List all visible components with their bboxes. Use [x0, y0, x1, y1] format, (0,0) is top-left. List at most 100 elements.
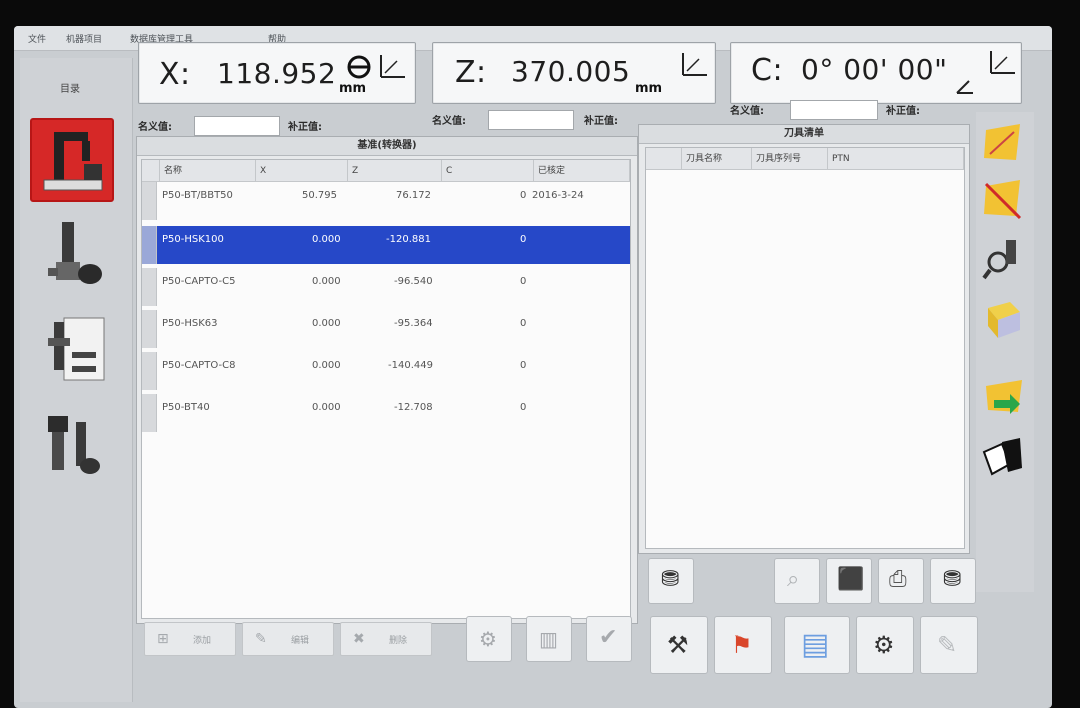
cube-view-icon: [988, 302, 1020, 338]
clear-zero-button[interactable]: [980, 176, 1028, 224]
c-nominal-label: 名义值:: [730, 106, 764, 117]
column-header-verified[interactable]: 已核定: [534, 160, 630, 182]
delete-icon: ✖: [353, 631, 365, 647]
cell-name: P50-BT40: [162, 402, 210, 413]
cell-name: P50-HSK100: [162, 234, 224, 245]
tool-document-button[interactable]: [34, 312, 114, 392]
zero-icon[interactable]: [345, 53, 377, 85]
spindle-tools-icon: [48, 416, 100, 474]
x-nominal-field[interactable]: [194, 116, 280, 136]
cell-z: -96.540: [394, 276, 433, 287]
column-header-name[interactable]: 名称: [160, 160, 256, 182]
datum-table: 名称 X Z C 已核定 P50-BT/BBT50 50.795 76.172 …: [141, 159, 631, 619]
table-row[interactable]: P50-BT/BBT50 50.795 76.172 0 2016-3-24: [142, 182, 630, 220]
print-button[interactable]: ⎙: [878, 558, 924, 604]
transfer-button[interactable]: [980, 374, 1028, 422]
cell-x: 50.795: [302, 190, 337, 201]
tool-holder-button[interactable]: [34, 216, 114, 296]
cell-c: 0: [520, 234, 527, 245]
app-window: 文件 机器项目 数据库管理工具 帮助 目录 X: 118.952 mm Z: 3…: [14, 26, 1052, 708]
measure-tool-icon: ⛃: [943, 567, 962, 592]
cell-z: -12.708: [394, 402, 433, 413]
row-selector[interactable]: [142, 310, 157, 348]
z-axis-unit: mm: [635, 81, 663, 96]
menu-file[interactable]: 文件: [28, 32, 46, 45]
search-tool-button[interactable]: ⌕: [774, 558, 820, 604]
holder-button[interactable]: ▥: [526, 616, 572, 662]
edit-icon: ✎: [255, 631, 267, 647]
window-switch-icon: [982, 438, 1022, 476]
column-header-serial[interactable]: 刀具序列号: [752, 148, 828, 170]
z-nominal-field[interactable]: [488, 110, 574, 130]
spindle-tools-button[interactable]: [34, 408, 114, 488]
machine-view-button[interactable]: [30, 118, 114, 202]
confirm-button[interactable]: ✔: [586, 616, 632, 662]
delete-label: 删除: [389, 636, 408, 646]
tool-holder-icon: [48, 222, 102, 284]
row-selector[interactable]: [142, 226, 157, 264]
tab-machine[interactable]: ⚒: [650, 616, 708, 674]
z-coordinate-display: Z: 370.005 mm: [432, 42, 716, 104]
table-row-selected[interactable]: P50-HSK100 0.000 -120.881 0: [142, 226, 630, 264]
cell-name: P50-CAPTO-C5: [162, 276, 236, 287]
row-header-corner: [142, 160, 160, 182]
table-row[interactable]: P50-HSK63 0.000 -95.364 0: [142, 310, 630, 348]
column-header-c[interactable]: C: [442, 160, 534, 182]
camera-tool-icon: ⛃: [661, 567, 680, 592]
add-label: 添加: [193, 636, 212, 646]
axis-icon[interactable]: [375, 51, 407, 83]
axis-icon[interactable]: [677, 49, 709, 81]
cell-z: -95.364: [394, 318, 433, 329]
cell-name: P50-HSK63: [162, 318, 218, 329]
menu-machine-project[interactable]: 机器项目: [66, 32, 102, 45]
left-sidebar: 目录: [20, 58, 133, 702]
tool-list-title: 刀具清单: [639, 125, 969, 144]
edit-button[interactable]: ✎ 编辑: [242, 622, 334, 656]
table-row[interactable]: P50-CAPTO-C8 0.000 -140.449 0: [142, 352, 630, 390]
3d-view-button[interactable]: [980, 294, 1028, 342]
tab-tools[interactable]: ⚙: [856, 616, 914, 674]
row-selector[interactable]: [142, 182, 157, 220]
row-header-corner: [646, 148, 682, 170]
right-sidebar: [976, 112, 1034, 592]
row-selector[interactable]: [142, 268, 157, 306]
table-row[interactable]: P50-BT40 0.000 -12.708 0: [142, 394, 630, 432]
cell-c: 0: [520, 190, 527, 201]
tab-notes[interactable]: ✎: [920, 616, 978, 674]
search-zoom-button[interactable]: [980, 236, 1028, 284]
cell-c: 0: [520, 360, 527, 371]
table-row[interactable]: P50-CAPTO-C5 0.000 -96.540 0: [142, 268, 630, 306]
x-offset-label: 补正值:: [288, 122, 322, 133]
add-button[interactable]: ⊞ 添加: [144, 622, 236, 656]
holder-icon: ▥: [539, 627, 558, 651]
import-tool-button[interactable]: ⬛: [826, 558, 872, 604]
transfer-icon: [986, 380, 1022, 414]
document-tab-icon: ▤: [801, 627, 830, 662]
tab-measure[interactable]: ⚑: [714, 616, 772, 674]
column-header-ptn[interactable]: PTN: [828, 148, 964, 170]
window-switch-button[interactable]: [980, 434, 1028, 482]
column-header-tool-name[interactable]: 刀具名称: [682, 148, 752, 170]
document-tool-icon: [48, 317, 105, 381]
delete-button[interactable]: ✖ 删除: [340, 622, 432, 656]
tool-camera-button[interactable]: ⛃: [648, 558, 694, 604]
x-nominal-label: 名义值:: [138, 122, 172, 133]
tab-document[interactable]: ▤: [784, 616, 850, 674]
z-axis-value: 370.005: [511, 55, 631, 88]
x-coordinate-display: X: 118.952 mm: [138, 42, 416, 104]
x-axis-label: X:: [159, 57, 191, 92]
column-header-x[interactable]: X: [256, 160, 348, 182]
cell-c: 0: [520, 318, 527, 329]
row-selector[interactable]: [142, 352, 157, 390]
column-header-z[interactable]: Z: [348, 160, 442, 182]
tool-measure-button[interactable]: ⛃: [930, 558, 976, 604]
axis-icon[interactable]: [985, 47, 1017, 79]
c-nominal-field[interactable]: [790, 100, 878, 120]
zero-point-button[interactable]: [980, 120, 1028, 168]
tool-setup-button[interactable]: ⚙: [466, 616, 512, 662]
row-selector[interactable]: [142, 394, 157, 432]
cell-z: 76.172: [396, 190, 431, 201]
cell-x: 0.000: [312, 318, 341, 329]
cell-verified: 2016-3-24: [532, 190, 584, 201]
c-coordinate-display: C: 0° 00' 00": [730, 42, 1022, 104]
